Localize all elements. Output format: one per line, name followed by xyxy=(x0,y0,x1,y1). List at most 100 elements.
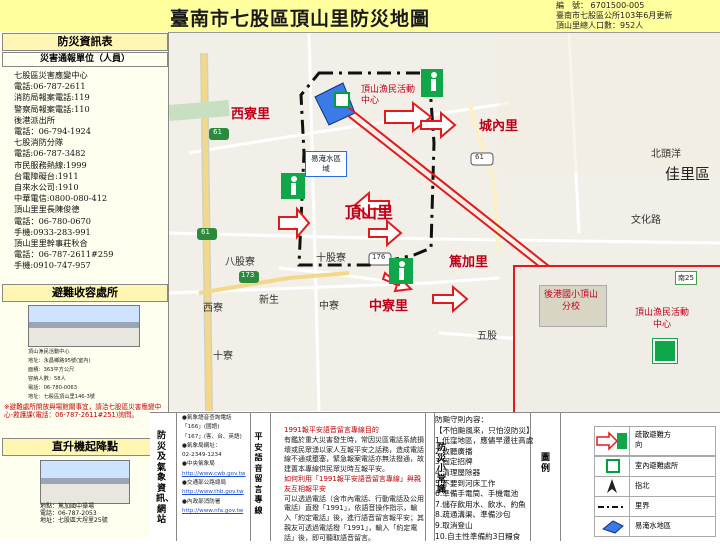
contact-line: 中華電信:0800-080-412 xyxy=(14,193,108,204)
flood-box-label: 易淹水區域 xyxy=(305,151,347,177)
footer-divider xyxy=(560,413,561,541)
contact-line: 電話：06-780-0670 xyxy=(14,215,91,226)
contact-line: 電話:06-787-3482 xyxy=(14,148,86,159)
contact-line: 電話：06-787-2611#259 xyxy=(14,249,114,260)
legend-row: 里界 xyxy=(594,496,716,517)
north-arrow-icon xyxy=(595,477,630,496)
prep-line: 7.儲存飲用水、飲水、約魚 xyxy=(435,499,526,509)
prep-line: 8.疏通溝渠、準備沙包 xyxy=(435,510,511,520)
prep-line: 2.收聽廣播 xyxy=(435,446,473,456)
place-label: 西寮 xyxy=(203,303,223,314)
map-title: 臺南市七股區頂山里防災地圖 xyxy=(170,8,431,30)
road-number: 61 xyxy=(213,128,222,136)
footer-divider xyxy=(270,413,271,541)
meta-population: 頂山里總人口數：952人 xyxy=(556,21,644,30)
place-label: 北頭洋 xyxy=(651,149,681,160)
shelter-info-line: 面積：363平方公尺 xyxy=(28,367,75,373)
footer-divider xyxy=(250,413,251,541)
thb-link[interactable]: http://www.thb.gov.tw xyxy=(182,488,246,497)
prep-line: 防颱守則內容： xyxy=(435,415,489,424)
contact-line: 自來水公司:1910 xyxy=(14,182,79,193)
nfa-link[interactable]: http://www.nfa.gov.tw xyxy=(182,507,246,516)
contact-list: 七股區災害應變中心 電話:06-787-2611 消防局報案電話:119 警察局… xyxy=(14,70,113,272)
legend-title: 圖例 xyxy=(540,453,550,474)
contact-line: 電話：06-794-1924 xyxy=(14,126,91,137)
place-label: 佳里區 xyxy=(665,165,711,183)
shelter-info-line: 電話：06-780-0063 xyxy=(28,385,78,391)
footer-divider xyxy=(176,413,177,541)
road-number: 61 xyxy=(201,228,210,236)
inset-school-label: 後港國小頂山分校 xyxy=(543,290,598,312)
inset-shelter-label: 頂山漁民活動中心 xyxy=(634,308,689,330)
legend-label: 里界 xyxy=(635,501,650,510)
road-number: 61 xyxy=(475,153,484,161)
region-label-dujia: 篤加里 xyxy=(449,255,489,270)
shelter-info-line: 頂山漁民活動中心 xyxy=(28,349,70,355)
contact-line: 消防局報案電話:119 xyxy=(14,92,90,103)
contact-line: 警察局報案電話:110 xyxy=(14,103,90,114)
legend-label: 易淹水地區 xyxy=(635,521,671,530)
helipad-info-line: 地址：七股區大埕里25號 xyxy=(40,517,108,525)
place-label: 五股 xyxy=(477,331,497,342)
contact-units-heading: 災害通報單位（人員） xyxy=(2,52,168,67)
prep-list: 防颱守則內容： 【不怕颱風來，只怕沒防災】 1.低窪地區，應儘早遷往高處 2.收… xyxy=(435,415,534,542)
boundary-symbol xyxy=(595,497,630,516)
legend-shelter-symbol xyxy=(595,457,630,476)
shelter-heading: 避難收容處所 xyxy=(2,284,168,302)
title-bar: 臺南市七股區頂山里防災地圖 編 號： 6701500-005 臺南市七股區公所1… xyxy=(0,0,720,33)
place-label: 八股寮 xyxy=(225,257,255,268)
phone-line: ●中央氣象局 xyxy=(182,461,215,468)
region-label-dingshan: 頂山里 xyxy=(345,203,394,222)
prep-line: 5.不要到河床工作 xyxy=(435,478,496,488)
phone-line: ●交通部公路總局 xyxy=(182,480,227,487)
contact-line: 手機:0933-283-991 xyxy=(14,226,91,237)
contact-line: 電話:06-787-2611 xyxy=(14,81,86,92)
shelter-icon xyxy=(334,92,350,108)
region-label-xiliao: 西寮里 xyxy=(231,107,271,122)
legend-label: 指北 xyxy=(635,481,650,490)
prep-line: 【不怕颱風來，只怕沒防災】 xyxy=(435,425,534,435)
meta-updated: 臺南市七股區公所103年6月更新 xyxy=(556,11,673,20)
place-label: 新生 xyxy=(259,295,279,306)
shelter-info: 頂山漁民活動中心 地址：永昌鄉路95號(室內) 面積：363平方公尺 容納人數：… xyxy=(28,348,95,402)
prep-line: 3.固定招牌 xyxy=(435,457,473,467)
legend-row: 易淹水地區 xyxy=(594,516,716,537)
helipad-info: 地點：篤加國中操場 電話：06-787-2053 地址：七股區大埕里25號 xyxy=(40,503,108,525)
region-label-chengnei: 城內里 xyxy=(479,119,519,134)
hotline-notice: 1991報平安語音留言專線目的 有鑑於重大災害發生時，常因災區電話系統損壞或民眾… xyxy=(284,426,424,544)
legend-label: 疏散避難方向 xyxy=(635,430,671,449)
contact-line: 台電障礙台:1911 xyxy=(14,170,79,181)
cwb-link[interactable]: http://www.cwb.gov.tw xyxy=(182,470,246,479)
legend-row: 疏散避難方向 xyxy=(594,426,716,456)
shelter-info-line: 地址：七股區頂山里146-3號 xyxy=(28,394,95,400)
prep-line: 9.取消登山 xyxy=(435,520,473,530)
region-label-zhongliao: 中寮里 xyxy=(369,299,409,314)
contact-line: 七股消防分隊 xyxy=(14,137,64,148)
map-meta: 編 號： 6701500-005 臺南市七股區公所103年6月更新 頂山里總人口… xyxy=(556,1,672,31)
phone-line: 「167」(客、台、英語) xyxy=(182,433,242,440)
legend-row: 室內避難處所 xyxy=(594,456,716,477)
shelter-map-label: 頂山漁民活動中心 xyxy=(361,85,416,106)
helipad-photo xyxy=(40,460,130,504)
prep-line: 1.低窪地區，應儘早遷往高處 xyxy=(435,436,534,446)
disaster-info-heading: 防災資訊表 xyxy=(2,33,168,51)
notice-title: 1991報平安語音留言專線目的 xyxy=(284,426,379,434)
flood-area-symbol xyxy=(595,517,630,536)
place-label: 文化路 xyxy=(631,215,661,226)
inset-shelter-icon xyxy=(652,338,678,364)
meta-number: 編 號： 6701500-005 xyxy=(556,1,645,10)
evacuation-arrow xyxy=(278,206,311,240)
contact-line: 頂山里里幹事莊秋合 xyxy=(14,238,88,249)
hotline-tag: 平安語音留言專線 xyxy=(254,431,263,515)
helipad-heading: 直升機起降點 xyxy=(2,438,168,456)
contact-line: 頂山里里長陳俊德 xyxy=(14,204,80,215)
contact-line: 後港派出所 xyxy=(14,114,55,125)
prep-line: 6.準備手電筒、手機電池 xyxy=(435,489,519,499)
contact-title: 防災及氣象資訊、網站 xyxy=(156,431,175,525)
evacuation-arrow xyxy=(368,218,403,248)
road-number: 173 xyxy=(241,271,255,279)
legend-evac-symbol xyxy=(595,427,630,455)
legend-label: 室內避難處所 xyxy=(635,461,679,470)
phone-line: 「166」(國語) xyxy=(182,424,220,431)
inset-map[interactable]: 南25 後港國小頂山分校 頂山漁民活動中心 xyxy=(513,265,720,414)
